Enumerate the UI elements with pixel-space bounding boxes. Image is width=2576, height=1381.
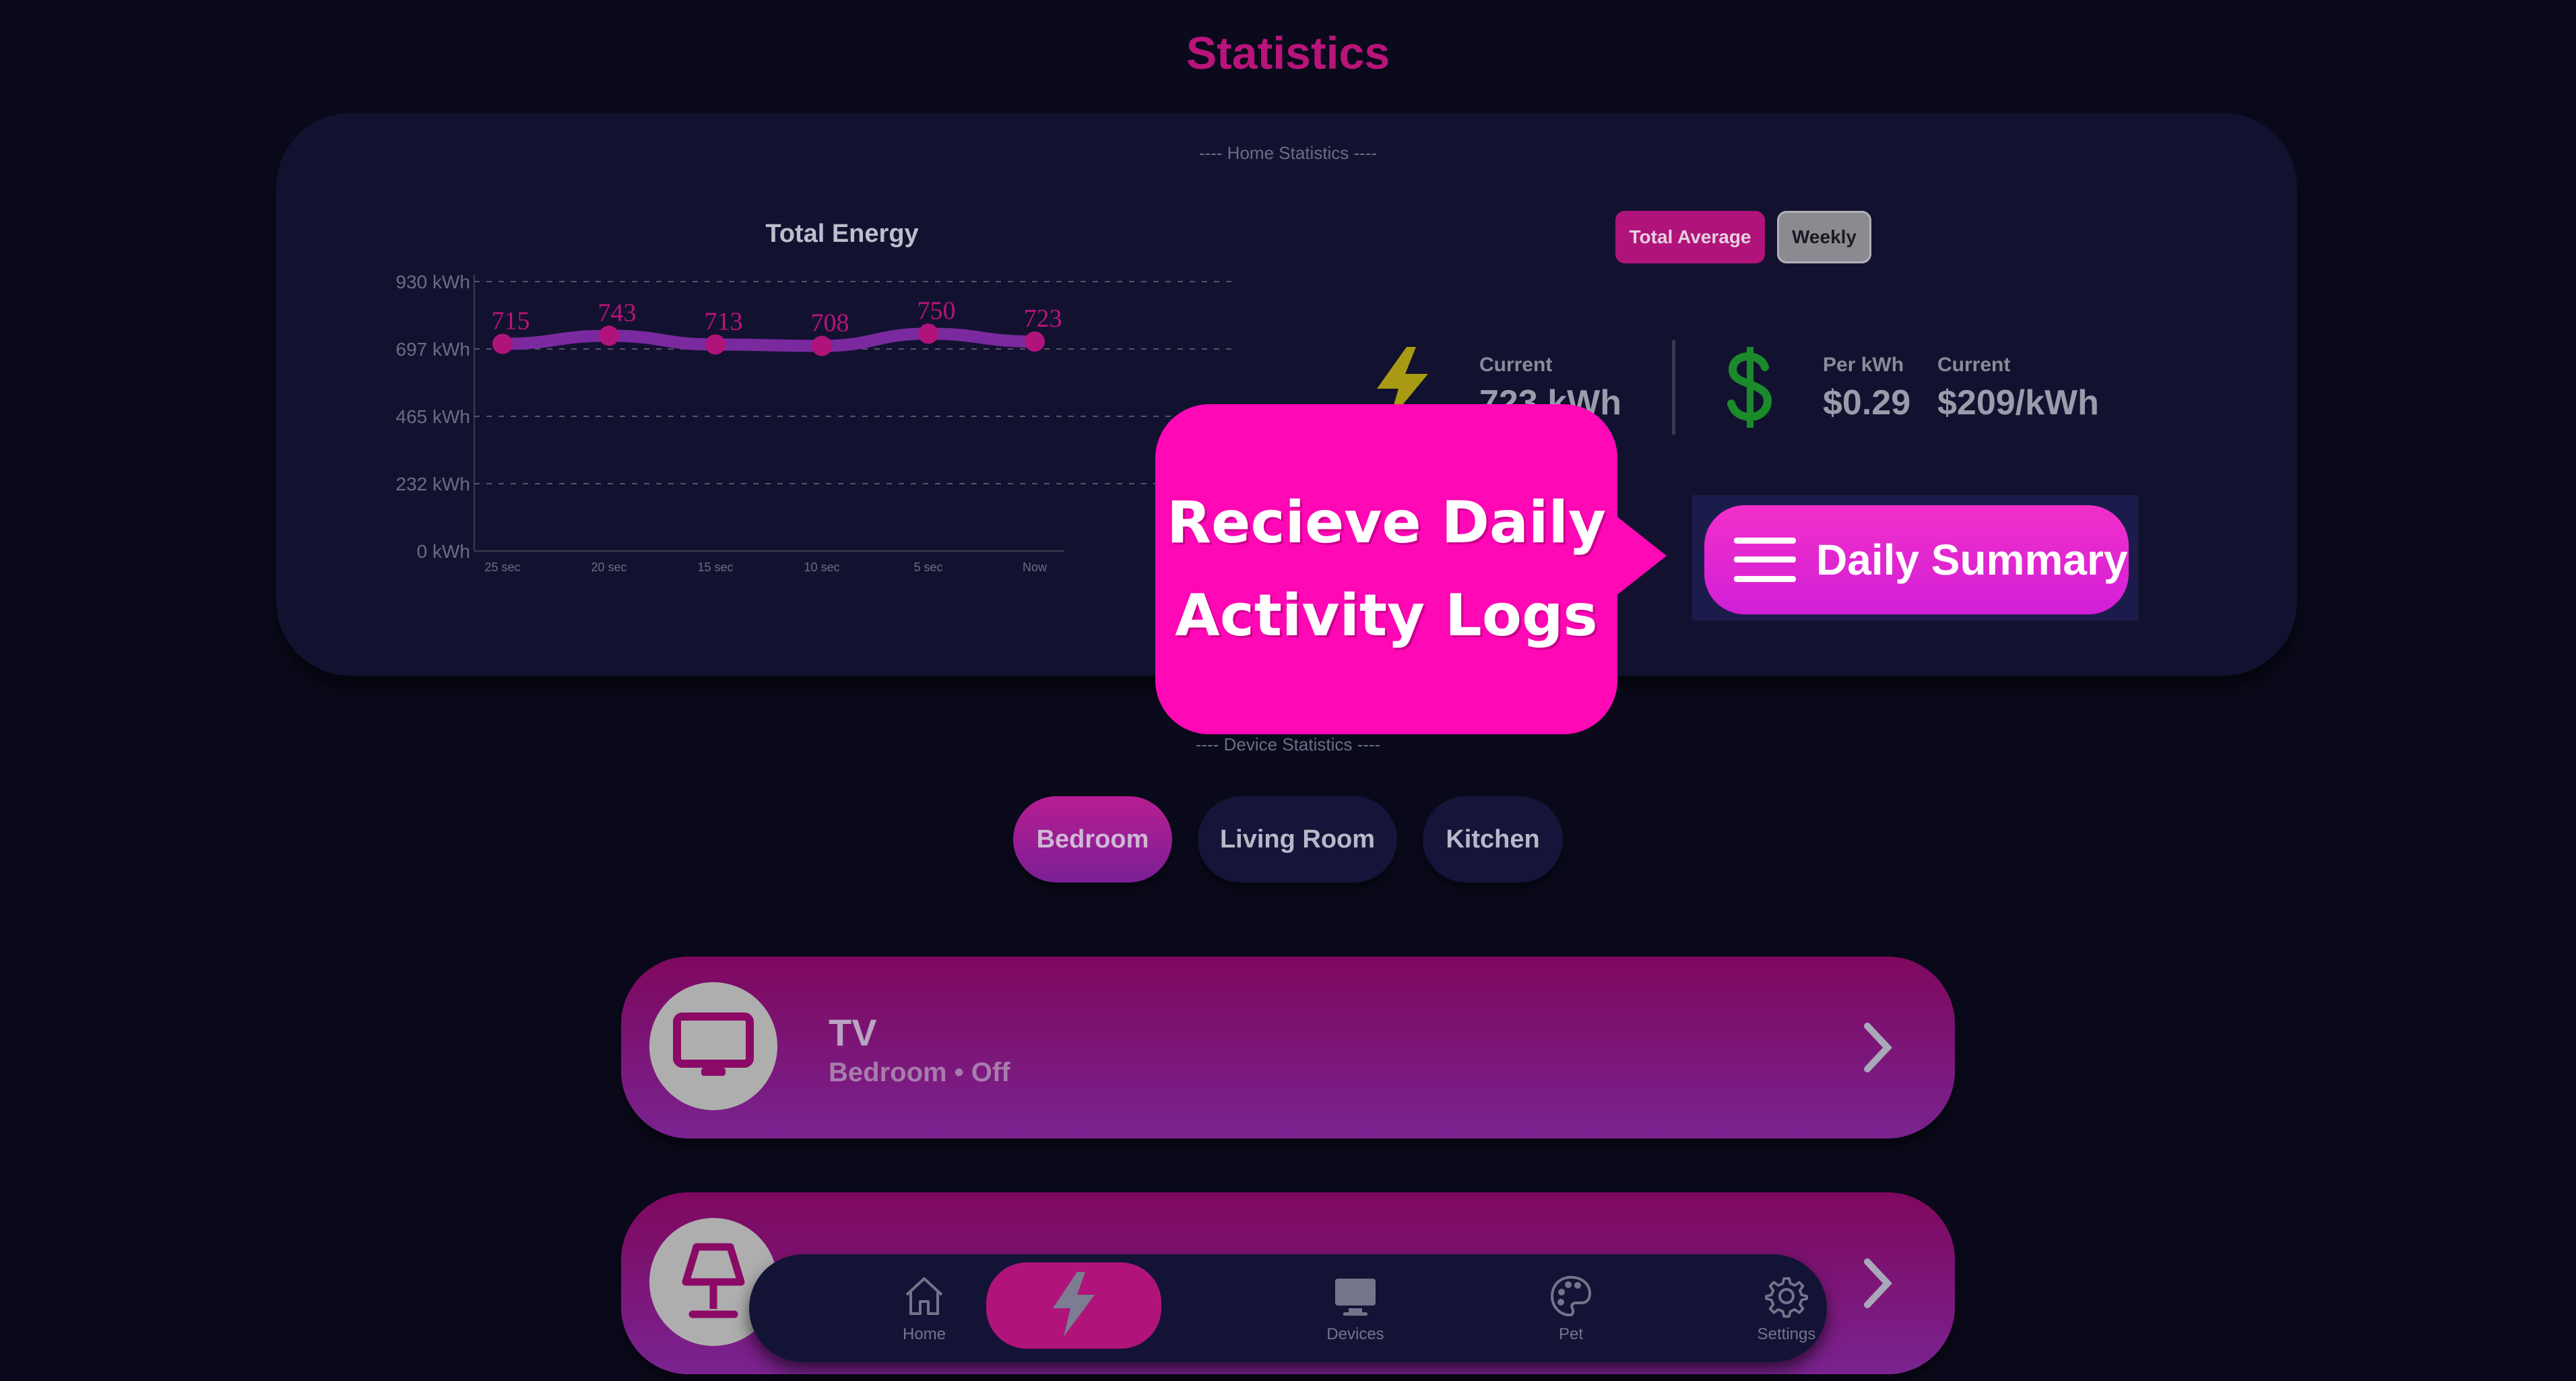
data-point — [1025, 331, 1045, 352]
palette-icon — [1549, 1275, 1592, 1321]
data-point — [918, 323, 938, 344]
x-tick-label: 10 sec — [804, 560, 839, 574]
tab-kitchen[interactable]: Kitchen — [1423, 796, 1563, 882]
monitor-icon — [1332, 1275, 1378, 1321]
nav-devices-label: Devices — [1326, 1325, 1384, 1343]
nav-energy[interactable] — [986, 1262, 1161, 1349]
bottom-navigation: Home Devices Pet Settings — [749, 1254, 1827, 1362]
stat-divider — [1672, 340, 1675, 435]
nav-settings[interactable]: Settings — [1719, 1254, 1854, 1362]
y-tick-label: 0 kWh — [417, 541, 470, 562]
nav-home[interactable]: Home — [857, 1254, 992, 1362]
page-title: Statistics — [1186, 28, 1390, 79]
tooltip-arrow — [1615, 515, 1667, 596]
data-label: 750 — [917, 296, 956, 325]
nav-pet-label: Pet — [1558, 1325, 1584, 1343]
lightning-bolt-icon — [1050, 1271, 1097, 1340]
y-tick-label: 697 kWh — [396, 339, 471, 360]
current-cost-value: $209/kWh — [1937, 383, 2099, 422]
data-label: 743 — [598, 298, 637, 327]
data-label: 723 — [1024, 304, 1062, 333]
daily-summary-button[interactable]: Daily Summary — [1704, 505, 2129, 614]
device-card-tv[interactable]: TV Bedroom • Off — [621, 957, 1955, 1138]
daily-summary-label: Daily Summary — [1816, 536, 2128, 584]
current-cost-caption: Current — [1937, 354, 2011, 376]
device-name: TV — [829, 1011, 877, 1054]
series-line — [496, 327, 1041, 352]
x-tick-label: 25 sec — [484, 560, 520, 574]
data-point — [599, 325, 619, 346]
x-tick-label: 15 sec — [697, 560, 733, 574]
device-statistics-label: ---- Device Statistics ---- — [1195, 734, 1381, 754]
data-label: 708 — [811, 309, 849, 337]
tv-icon — [649, 982, 777, 1110]
chart-title: Total Energy — [765, 220, 919, 248]
per-kwh-caption: Per kWh — [1823, 354, 1904, 376]
nav-settings-label: Settings — [1757, 1325, 1816, 1343]
total-energy-chart: 930 kWh 697 kWh 465 kWh 232 kWh 0 kWh 25 sec 2… — [396, 271, 1235, 574]
gear-icon — [1765, 1275, 1809, 1321]
chevron-right-icon — [1861, 1256, 1894, 1314]
total-average-button[interactable]: Total Average — [1615, 211, 1765, 263]
home-icon — [903, 1275, 946, 1321]
y-tick-label: 465 kWh — [396, 406, 471, 427]
energy-caption: Current — [1479, 354, 1553, 376]
tab-living-room[interactable]: Living Room — [1198, 796, 1397, 882]
device-subtitle: Bedroom • Off — [829, 1058, 1010, 1087]
feature-tooltip: Recieve Daily Activity Logs — [1155, 404, 1617, 734]
per-kwh-value: $0.29 — [1823, 383, 1911, 422]
x-tick-label: 20 sec — [591, 560, 626, 574]
hamburger-menu-icon — [1734, 538, 1796, 582]
data-point — [812, 335, 832, 356]
tooltip-line-1: Recieve Daily — [1166, 489, 1607, 556]
data-point — [492, 333, 513, 354]
nav-devices[interactable]: Devices — [1288, 1254, 1423, 1362]
dollar-sign-icon — [1723, 345, 1777, 431]
x-tick-label: Now — [1023, 560, 1048, 574]
home-statistics-label: ---- Home Statistics ---- — [1198, 143, 1378, 163]
data-label: 715 — [492, 307, 530, 335]
tooltip-line-2: Activity Logs — [1175, 582, 1598, 649]
chevron-right-icon — [1861, 1021, 1894, 1078]
data-label: 713 — [705, 307, 743, 335]
x-tick-label: 5 sec — [913, 560, 942, 574]
nav-home-label: Home — [902, 1325, 946, 1343]
weekly-button[interactable]: Weekly — [1777, 211, 1871, 263]
y-tick-label: 930 kWh — [396, 271, 471, 292]
data-point — [705, 334, 726, 355]
y-tick-label: 232 kWh — [396, 474, 471, 494]
nav-pet[interactable]: Pet — [1504, 1254, 1638, 1362]
tab-bedroom[interactable]: Bedroom — [1013, 796, 1172, 882]
